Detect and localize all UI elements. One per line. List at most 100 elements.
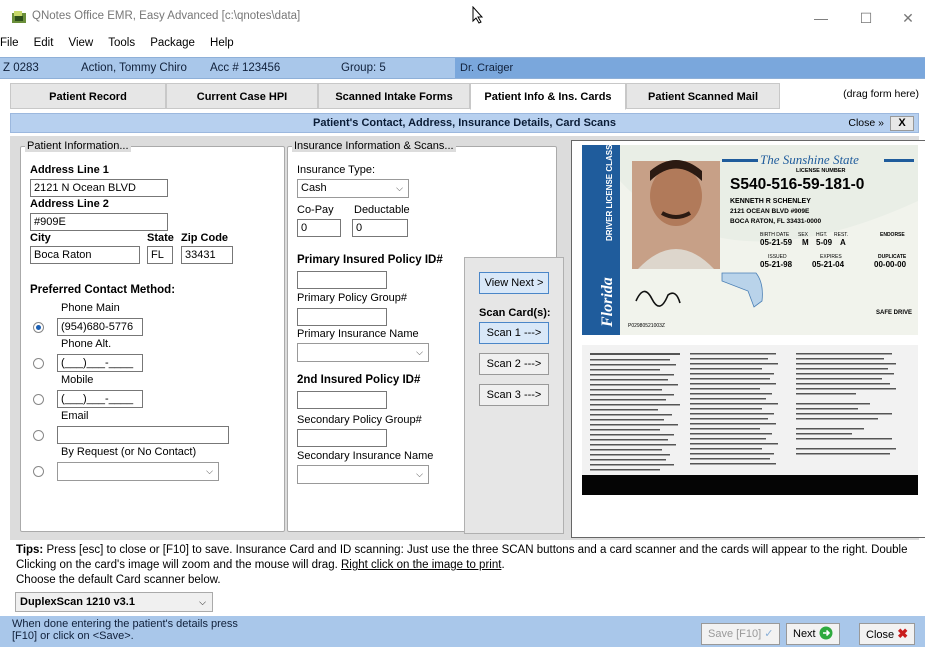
city-field[interactable]: Boca Raton	[30, 246, 140, 264]
license-endorse-label: ENDORSE	[880, 232, 905, 238]
next-label: Next	[793, 628, 816, 640]
menu-tools[interactable]: Tools	[108, 37, 135, 49]
license-city: BOCA RATON, FL 33431-0000	[730, 218, 822, 225]
phone-alt-field[interactable]: (___)___-____	[57, 354, 143, 372]
patient-name: Action, Tommy Chiro	[81, 62, 187, 74]
scan-2-button[interactable]: Scan 2 --->	[479, 353, 549, 375]
license-name: KENNETH R SCHENLEY	[730, 198, 811, 205]
menu-view[interactable]: View	[68, 37, 93, 49]
window-close-button[interactable]: ✕	[893, 8, 923, 28]
address1-field[interactable]: 2121 N Ocean BLVD	[30, 179, 168, 197]
license-scan-svg: The Sunshine State LICENSE NUMBER S540-5…	[582, 136, 918, 495]
close-section-button[interactable]: X	[890, 116, 914, 131]
state-field[interactable]: FL	[147, 246, 173, 264]
phone-main-radio[interactable]	[33, 322, 44, 333]
address2-label: Address Line 2	[30, 198, 109, 210]
license-issued: 05-21-98	[760, 260, 793, 269]
zip-label: Zip Code	[181, 232, 229, 244]
address2-field[interactable]: #909E	[30, 213, 168, 231]
primary-insurance-name-select[interactable]: ⌵	[297, 343, 429, 362]
arrow-right-icon	[819, 626, 833, 640]
save-label: Save [F10]	[708, 628, 762, 640]
primary-group-label: Primary Policy Group#	[297, 292, 408, 304]
tips-period: .	[501, 559, 505, 571]
menu-bar: File Edit View Tools Package Help	[0, 37, 234, 53]
maximize-button[interactable]: ☐	[851, 8, 881, 28]
section-title: Patient's Contact, Address, Insurance De…	[313, 117, 616, 129]
tab-current-case-hpi[interactable]: Current Case HPI	[166, 83, 318, 109]
by-request-radio[interactable]	[33, 466, 44, 477]
chevron-down-icon: ⌵	[416, 469, 423, 479]
license-control-number: P02980521003Z	[628, 323, 665, 329]
email-field[interactable]	[57, 426, 229, 444]
tips-text: Tips: Press [esc] to close or [F10] to s…	[16, 543, 916, 588]
close-section-label[interactable]: Close »	[848, 117, 884, 129]
mobile-field[interactable]: (___)___-____	[57, 390, 143, 408]
insurance-type-value: Cash	[301, 182, 327, 194]
copay-label: Co-Pay	[297, 204, 334, 216]
print-help-link: Right click on the image to print	[340, 559, 502, 571]
tab-scanned-intake-forms[interactable]: Scanned Intake Forms	[318, 83, 470, 109]
drag-form-handle[interactable]: (drag form here)	[843, 88, 919, 100]
zip-field[interactable]: 33431	[181, 246, 233, 264]
menu-package[interactable]: Package	[150, 37, 195, 49]
insurance-type-select[interactable]: Cash ⌵	[297, 179, 409, 198]
scan-1-button[interactable]: Scan 1 --->	[479, 322, 549, 344]
main-panel: Patient Information... Address Line 1 21…	[10, 136, 925, 540]
close-x-icon: ✖	[897, 626, 909, 641]
tab-patient-info-ins-cards[interactable]: Patient Info & Ins. Cards	[470, 83, 626, 110]
mouse-cursor-icon	[472, 6, 484, 24]
next-button[interactable]: Next	[786, 623, 840, 645]
license-florida-text: Florida	[599, 277, 616, 328]
phone-main-field[interactable]: (954)680-5776	[57, 318, 143, 336]
by-request-label: By Request (or No Contact)	[61, 446, 197, 458]
scan-buttons-panel: View Next > Scan Card(s): Scan 1 ---> Sc…	[464, 257, 564, 534]
card-scanner-select[interactable]: DuplexScan 1210 v3.1 ⌵	[15, 592, 213, 612]
license-hgt: 5-09	[816, 238, 833, 247]
menu-edit[interactable]: Edit	[34, 37, 54, 49]
license-street: 2121 OCEAN BLVD #909E	[730, 208, 810, 215]
by-request-select[interactable]: ⌵	[57, 462, 219, 481]
minimize-button[interactable]: —	[806, 8, 836, 28]
scanned-card-image[interactable]: The Sunshine State LICENSE NUMBER S540-5…	[571, 136, 925, 538]
license-sex: M	[802, 238, 809, 247]
license-safe-drive: SAFE DRIVE	[876, 310, 912, 316]
second-group-field[interactable]	[297, 429, 387, 447]
scan-cards-label: Scan Card(s):	[479, 307, 551, 319]
second-insurance-name-select[interactable]: ⌵	[297, 465, 429, 484]
deductable-field[interactable]: 0	[352, 219, 408, 237]
chevron-down-icon: ⌵	[206, 466, 213, 476]
mobile-radio[interactable]	[33, 394, 44, 405]
city-label: City	[30, 232, 51, 244]
copay-field[interactable]: 0	[297, 219, 341, 237]
account-number: Acc # 123456	[210, 62, 281, 74]
scan-3-button[interactable]: Scan 3 --->	[479, 384, 549, 406]
chevron-down-icon: ⌵	[416, 347, 423, 357]
menu-file[interactable]: File	[0, 37, 19, 49]
phone-alt-label: Phone Alt.	[61, 338, 112, 350]
save-button[interactable]: Save [F10] ✓	[701, 623, 781, 645]
email-radio[interactable]	[33, 430, 44, 441]
primary-policy-id-field[interactable]	[297, 271, 387, 289]
primary-policy-id-label: Primary Insured Policy ID#	[297, 254, 443, 266]
phone-alt-radio[interactable]	[33, 358, 44, 369]
license-number-label: LICENSE NUMBER	[796, 168, 846, 174]
title-bar: QNotes Office EMR, Easy Advanced [c:\qno…	[0, 0, 925, 34]
insurance-type-label: Insurance Type:	[297, 164, 376, 176]
second-insurance-name-label: Secondary Insurance Name	[297, 450, 434, 462]
close-button[interactable]: Close ✖	[859, 623, 916, 645]
second-policy-id-field[interactable]	[297, 391, 387, 409]
phone-main-label: Phone Main	[61, 302, 120, 314]
view-next-button[interactable]: View Next >	[479, 272, 549, 294]
checkmark-icon: ✓	[764, 628, 774, 640]
status-line-1: When done entering the patient's details…	[12, 618, 238, 630]
doctor-field: Dr. Craiger	[455, 58, 925, 78]
menu-help[interactable]: Help	[210, 37, 234, 49]
primary-group-field[interactable]	[297, 308, 387, 326]
license-duplicate: 00-00-00	[874, 260, 907, 269]
status-line-2: [F10] or click on <Save>.	[12, 630, 134, 642]
tab-patient-scanned-mail[interactable]: Patient Scanned Mail	[626, 83, 780, 109]
tab-patient-record[interactable]: Patient Record	[10, 83, 166, 109]
license-banner-text: The Sunshine State	[760, 152, 859, 167]
second-group-label: Secondary Policy Group#	[297, 414, 422, 426]
